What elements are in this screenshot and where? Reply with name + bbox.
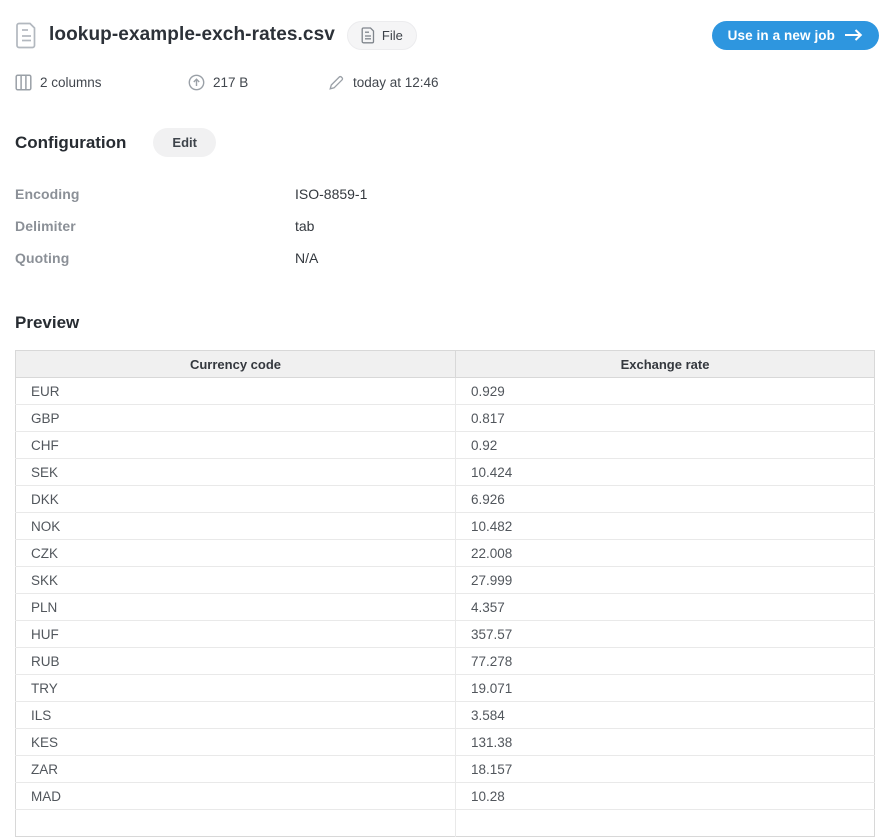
table-cell: 18.157 (456, 756, 875, 783)
table-cell: 19.071 (456, 675, 875, 702)
preview-table-head: Currency code Exchange rate (16, 351, 875, 378)
table-cell: MAD (16, 783, 456, 810)
file-header: lookup-example-exch-rates.csv File Use i… (15, 19, 879, 51)
config-row-encoding: Encoding ISO-8859-1 (15, 178, 884, 210)
table-cell: KES (16, 729, 456, 756)
table-cell: 10.482 (456, 513, 875, 540)
config-label: Quoting (15, 250, 295, 266)
file-type-badge: File (347, 21, 417, 50)
table-row: CZK22.008 (16, 540, 875, 567)
table-row-partial (16, 810, 875, 837)
table-cell: 4.357 (456, 594, 875, 621)
table-cell: 357.57 (456, 621, 875, 648)
config-row-quoting: Quoting N/A (15, 242, 884, 274)
table-cell: PLN (16, 594, 456, 621)
meta-modified: today at 12:46 (328, 74, 439, 91)
table-cell: ILS (16, 702, 456, 729)
table-cell: 131.38 (456, 729, 875, 756)
config-label: Delimiter (15, 218, 295, 234)
use-in-new-job-button[interactable]: Use in a new job (712, 21, 879, 50)
table-cell: 27.999 (456, 567, 875, 594)
table-cell: GBP (16, 405, 456, 432)
table-cell: 0.92 (456, 432, 875, 459)
table-cell: SEK (16, 459, 456, 486)
table-cell: DKK (16, 486, 456, 513)
table-row: DKK6.926 (16, 486, 875, 513)
table-cell: SKK (16, 567, 456, 594)
table-cell (16, 810, 456, 837)
table-cell: 77.278 (456, 648, 875, 675)
page-title: lookup-example-exch-rates.csv (49, 24, 335, 46)
table-cell (456, 810, 875, 837)
table-row: GBP0.817 (16, 405, 875, 432)
meta-size: 217 B (188, 74, 328, 91)
badge-file-icon (361, 27, 375, 44)
table-row: PLN4.357 (16, 594, 875, 621)
upload-circle-icon (188, 74, 205, 91)
table-row: KES131.38 (16, 729, 875, 756)
column-header-currency-code: Currency code (16, 351, 456, 378)
meta-modified-label: today at 12:46 (353, 75, 439, 90)
preview-heading: Preview (15, 313, 79, 332)
config-value: tab (295, 218, 314, 234)
table-cell: HUF (16, 621, 456, 648)
meta-columns: 2 columns (15, 74, 188, 91)
config-value: ISO-8859-1 (295, 186, 367, 202)
preview-table: Currency code Exchange rate EUR0.929GBP0… (15, 350, 875, 837)
config-row-delimiter: Delimiter tab (15, 210, 884, 242)
use-in-new-job-label: Use in a new job (728, 28, 835, 43)
file-meta-row: 2 columns 217 B today at 12:46 (15, 74, 884, 91)
configuration-fields: Encoding ISO-8859-1 Delimiter tab Quotin… (15, 178, 884, 274)
table-row: RUB77.278 (16, 648, 875, 675)
table-cell: EUR (16, 378, 456, 405)
table-header-row: Currency code Exchange rate (16, 351, 875, 378)
configuration-section-head: Configuration Edit (15, 128, 884, 157)
table-row: EUR0.929 (16, 378, 875, 405)
edit-configuration-button[interactable]: Edit (153, 128, 216, 157)
config-label: Encoding (15, 186, 295, 202)
table-row: MAD10.28 (16, 783, 875, 810)
pencil-icon (328, 74, 345, 91)
file-document-icon (15, 22, 38, 49)
configuration-heading: Configuration (15, 133, 126, 153)
table-cell: 22.008 (456, 540, 875, 567)
table-cell: 0.929 (456, 378, 875, 405)
table-cell: TRY (16, 675, 456, 702)
table-cell: 6.926 (456, 486, 875, 513)
table-row: NOK10.482 (16, 513, 875, 540)
table-cell: CZK (16, 540, 456, 567)
preview-section-head: Preview (15, 313, 884, 333)
meta-size-label: 217 B (213, 75, 248, 90)
table-cell: ZAR (16, 756, 456, 783)
config-value: N/A (295, 250, 318, 266)
table-row: CHF0.92 (16, 432, 875, 459)
table-cell: CHF (16, 432, 456, 459)
arrow-right-icon (844, 29, 863, 41)
column-header-exchange-rate: Exchange rate (456, 351, 875, 378)
table-row: ZAR18.157 (16, 756, 875, 783)
table-row: TRY19.071 (16, 675, 875, 702)
preview-table-body: EUR0.929GBP0.817CHF0.92SEK10.424DKK6.926… (16, 378, 875, 837)
columns-icon (15, 74, 32, 91)
table-cell: 10.424 (456, 459, 875, 486)
table-cell: 3.584 (456, 702, 875, 729)
meta-columns-label: 2 columns (40, 75, 102, 90)
table-cell: 10.28 (456, 783, 875, 810)
table-cell: NOK (16, 513, 456, 540)
table-row: HUF357.57 (16, 621, 875, 648)
table-cell: RUB (16, 648, 456, 675)
table-cell: 0.817 (456, 405, 875, 432)
file-type-badge-label: File (382, 28, 403, 43)
table-row: SKK27.999 (16, 567, 875, 594)
table-row: SEK10.424 (16, 459, 875, 486)
table-row: ILS3.584 (16, 702, 875, 729)
